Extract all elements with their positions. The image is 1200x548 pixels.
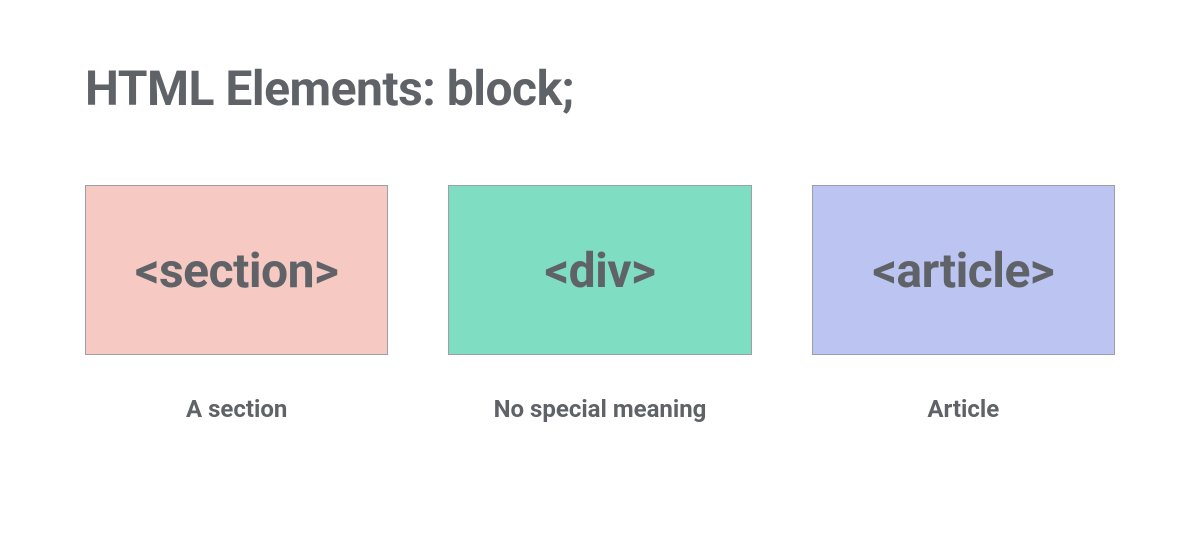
element-caption: A section bbox=[186, 395, 287, 423]
element-card-div: <div> No special meaning bbox=[448, 185, 751, 423]
elements-row: <section> A section <div> No special mea… bbox=[85, 185, 1115, 423]
element-tag-box: <section> bbox=[85, 185, 388, 355]
element-card-section: <section> A section bbox=[85, 185, 388, 423]
element-caption: No special meaning bbox=[494, 395, 707, 423]
element-card-article: <article> Article bbox=[812, 185, 1115, 423]
element-caption: Article bbox=[927, 395, 999, 423]
page-title: HTML Elements: block; bbox=[85, 60, 1115, 117]
element-tag-box: <article> bbox=[812, 185, 1115, 355]
element-tag-box: <div> bbox=[448, 185, 751, 355]
